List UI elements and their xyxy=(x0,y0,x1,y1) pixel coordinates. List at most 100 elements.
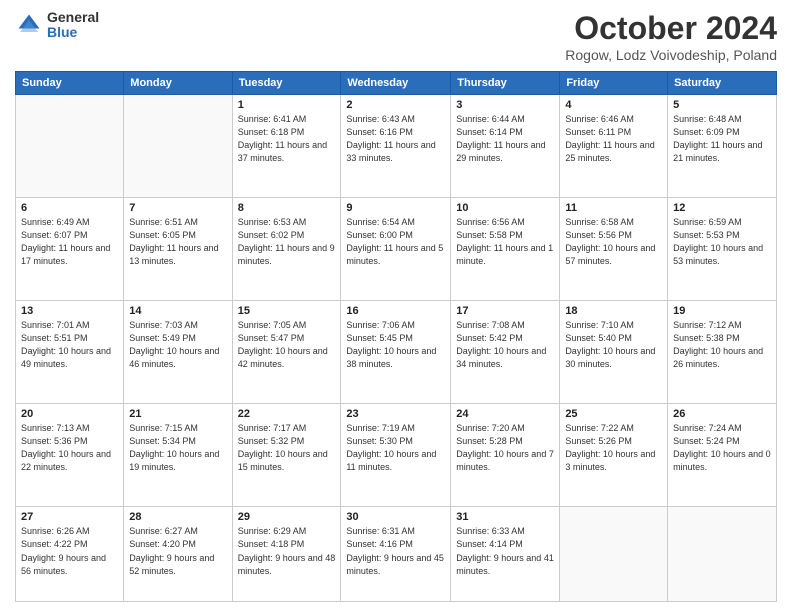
table-row xyxy=(16,95,124,198)
day-number: 29 xyxy=(238,511,336,523)
day-number: 31 xyxy=(456,511,554,523)
table-row: 24 Sunrise: 7:20 AMSunset: 5:28 PMDayligh… xyxy=(451,404,560,507)
day-detail: Sunrise: 7:20 AMSunset: 5:28 PMDaylight:… xyxy=(456,422,554,474)
calendar-week-row: 27 Sunrise: 6:26 AMSunset: 4:22 PMDayligh… xyxy=(16,507,777,602)
table-row: 18 Sunrise: 7:10 AMSunset: 5:40 PMDayligh… xyxy=(560,301,668,404)
table-row: 31 Sunrise: 6:33 AMSunset: 4:14 PMDayligh… xyxy=(451,507,560,602)
table-row: 10 Sunrise: 6:56 AMSunset: 5:58 PMDayligh… xyxy=(451,198,560,301)
day-detail: Sunrise: 6:53 AMSunset: 6:02 PMDaylight:… xyxy=(238,216,336,268)
day-detail: Sunrise: 7:05 AMSunset: 5:47 PMDaylight:… xyxy=(238,319,336,371)
table-row: 26 Sunrise: 7:24 AMSunset: 5:24 PMDayligh… xyxy=(668,404,777,507)
day-number: 1 xyxy=(238,99,336,111)
day-number: 2 xyxy=(346,99,445,111)
table-row: 13 Sunrise: 7:01 AMSunset: 5:51 PMDayligh… xyxy=(16,301,124,404)
day-detail: Sunrise: 6:48 AMSunset: 6:09 PMDaylight:… xyxy=(673,113,771,165)
calendar-week-row: 13 Sunrise: 7:01 AMSunset: 5:51 PMDayligh… xyxy=(16,301,777,404)
day-number: 24 xyxy=(456,408,554,420)
table-row: 7 Sunrise: 6:51 AMSunset: 6:05 PMDaylight… xyxy=(124,198,232,301)
day-detail: Sunrise: 7:24 AMSunset: 5:24 PMDaylight:… xyxy=(673,422,771,474)
table-row xyxy=(124,95,232,198)
table-row: 28Sunrise: 6:27 AMSunset: 4:20 PMDayligh… xyxy=(124,507,232,602)
page-header: General Blue October 2024 Rogow, Lodz Vo… xyxy=(15,10,777,63)
table-row: 16 Sunrise: 7:06 AMSunset: 5:45 PMDayligh… xyxy=(341,301,451,404)
table-row: 15 Sunrise: 7:05 AMSunset: 5:47 PMDayligh… xyxy=(232,301,341,404)
day-detail: Sunrise: 7:12 AMSunset: 5:38 PMDaylight:… xyxy=(673,319,771,371)
day-number: 17 xyxy=(456,305,554,317)
table-row: 2 Sunrise: 6:43 AMSunset: 6:16 PMDaylight… xyxy=(341,95,451,198)
logo: General Blue xyxy=(15,10,99,41)
day-number: 27 xyxy=(21,511,118,523)
table-row: 4 Sunrise: 6:46 AMSunset: 6:11 PMDaylight… xyxy=(560,95,668,198)
table-row: 11 Sunrise: 6:58 AMSunset: 5:56 PMDayligh… xyxy=(560,198,668,301)
day-detail: Sunrise: 7:08 AMSunset: 5:42 PMDaylight:… xyxy=(456,319,554,371)
day-detail: Sunrise: 6:43 AMSunset: 6:16 PMDaylight:… xyxy=(346,113,445,165)
day-number: 11 xyxy=(565,202,662,214)
day-number: 14 xyxy=(129,305,226,317)
day-number: 25 xyxy=(565,408,662,420)
logo-icon xyxy=(15,11,43,39)
table-row: 14 Sunrise: 7:03 AMSunset: 5:49 PMDayligh… xyxy=(124,301,232,404)
day-number: 6 xyxy=(21,202,118,214)
col-sunday: Sunday xyxy=(16,72,124,95)
day-number: 4 xyxy=(565,99,662,111)
day-number: 13 xyxy=(21,305,118,317)
day-detail: Sunrise: 7:13 AMSunset: 5:36 PMDaylight:… xyxy=(21,422,118,474)
table-row xyxy=(560,507,668,602)
day-detail: Sunrise: 6:51 AMSunset: 6:05 PMDaylight:… xyxy=(129,216,226,268)
day-detail: Sunrise: 6:33 AMSunset: 4:14 PMDaylight:… xyxy=(456,525,554,577)
table-row: 19Sunrise: 7:12 AMSunset: 5:38 PMDayligh… xyxy=(668,301,777,404)
day-detail: Sunrise: 6:56 AMSunset: 5:58 PMDaylight:… xyxy=(456,216,554,268)
table-row: 21Sunrise: 7:15 AMSunset: 5:34 PMDayligh… xyxy=(124,404,232,507)
day-detail: Sunrise: 6:59 AMSunset: 5:53 PMDaylight:… xyxy=(673,216,771,268)
calendar-week-row: 1Sunrise: 6:41 AMSunset: 6:18 PMDaylight… xyxy=(16,95,777,198)
day-detail: Sunrise: 6:58 AMSunset: 5:56 PMDaylight:… xyxy=(565,216,662,268)
col-tuesday: Tuesday xyxy=(232,72,341,95)
col-friday: Friday xyxy=(560,72,668,95)
day-detail: Sunrise: 6:27 AMSunset: 4:20 PMDaylight:… xyxy=(129,525,226,577)
table-row: 22 Sunrise: 7:17 AMSunset: 5:32 PMDayligh… xyxy=(232,404,341,507)
day-number: 21 xyxy=(129,408,226,420)
day-number: 30 xyxy=(346,511,445,523)
day-number: 8 xyxy=(238,202,336,214)
day-number: 9 xyxy=(346,202,445,214)
table-row: 20 Sunrise: 7:13 AMSunset: 5:36 PMDayligh… xyxy=(16,404,124,507)
table-row: 25Sunrise: 7:22 AMSunset: 5:26 PMDayligh… xyxy=(560,404,668,507)
col-thursday: Thursday xyxy=(451,72,560,95)
location: Rogow, Lodz Voivodeship, Poland xyxy=(565,47,777,63)
calendar-week-row: 20 Sunrise: 7:13 AMSunset: 5:36 PMDayligh… xyxy=(16,404,777,507)
col-saturday: Saturday xyxy=(668,72,777,95)
day-number: 12 xyxy=(673,202,771,214)
day-detail: Sunrise: 6:29 AMSunset: 4:18 PMDaylight:… xyxy=(238,525,336,577)
table-row: 12 Sunrise: 6:59 AMSunset: 5:53 PMDayligh… xyxy=(668,198,777,301)
day-number: 26 xyxy=(673,408,771,420)
day-detail: Sunrise: 6:31 AMSunset: 4:16 PMDaylight:… xyxy=(346,525,445,577)
day-detail: Sunrise: 6:26 AMSunset: 4:22 PMDaylight:… xyxy=(21,525,118,577)
day-detail: Sunrise: 6:49 AMSunset: 6:07 PMDaylight:… xyxy=(21,216,118,268)
day-detail: Sunrise: 7:01 AMSunset: 5:51 PMDaylight:… xyxy=(21,319,118,371)
col-wednesday: Wednesday xyxy=(341,72,451,95)
day-detail: Sunrise: 7:03 AMSunset: 5:49 PMDaylight:… xyxy=(129,319,226,371)
day-number: 7 xyxy=(129,202,226,214)
day-number: 10 xyxy=(456,202,554,214)
table-row: 30 Sunrise: 6:31 AMSunset: 4:16 PMDayligh… xyxy=(341,507,451,602)
day-number: 18 xyxy=(565,305,662,317)
day-number: 22 xyxy=(238,408,336,420)
logo-blue-text: Blue xyxy=(47,25,99,40)
calendar-table: Sunday Monday Tuesday Wednesday Thursday… xyxy=(15,71,777,602)
table-row: 9Sunrise: 6:54 AMSunset: 6:00 PMDaylight… xyxy=(341,198,451,301)
day-detail: Sunrise: 7:10 AMSunset: 5:40 PMDaylight:… xyxy=(565,319,662,371)
day-number: 23 xyxy=(346,408,445,420)
table-row: 5Sunrise: 6:48 AMSunset: 6:09 PMDaylight… xyxy=(668,95,777,198)
title-block: October 2024 Rogow, Lodz Voivodeship, Po… xyxy=(565,10,777,63)
calendar-header-row: Sunday Monday Tuesday Wednesday Thursday… xyxy=(16,72,777,95)
table-row: 3Sunrise: 6:44 AMSunset: 6:14 PMDaylight… xyxy=(451,95,560,198)
table-row: 6 Sunrise: 6:49 AMSunset: 6:07 PMDaylight… xyxy=(16,198,124,301)
day-detail: Sunrise: 6:46 AMSunset: 6:11 PMDaylight:… xyxy=(565,113,662,165)
col-monday: Monday xyxy=(124,72,232,95)
day-detail: Sunrise: 7:17 AMSunset: 5:32 PMDaylight:… xyxy=(238,422,336,474)
day-number: 20 xyxy=(21,408,118,420)
day-detail: Sunrise: 6:44 AMSunset: 6:14 PMDaylight:… xyxy=(456,113,554,165)
day-number: 16 xyxy=(346,305,445,317)
day-detail: Sunrise: 7:06 AMSunset: 5:45 PMDaylight:… xyxy=(346,319,445,371)
day-number: 15 xyxy=(238,305,336,317)
